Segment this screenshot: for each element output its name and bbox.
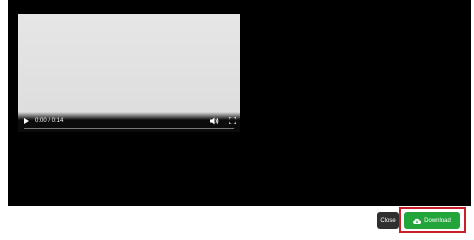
- fullscreen-icon[interactable]: [229, 117, 236, 124]
- video-player[interactable]: 0:00 / 0:14: [18, 14, 240, 132]
- video-time-display: 0:00 / 0:14: [35, 118, 64, 124]
- download-button-label: Download: [424, 217, 451, 224]
- download-button[interactable]: Download: [404, 212, 460, 229]
- video-controls-bar: 0:00 / 0:14: [18, 112, 240, 132]
- cloud-download-icon: [413, 218, 422, 224]
- video-progress-bar[interactable]: [24, 127, 234, 129]
- play-icon[interactable]: [24, 118, 29, 124]
- volume-icon[interactable]: [210, 117, 219, 125]
- close-button[interactable]: Close: [377, 212, 399, 229]
